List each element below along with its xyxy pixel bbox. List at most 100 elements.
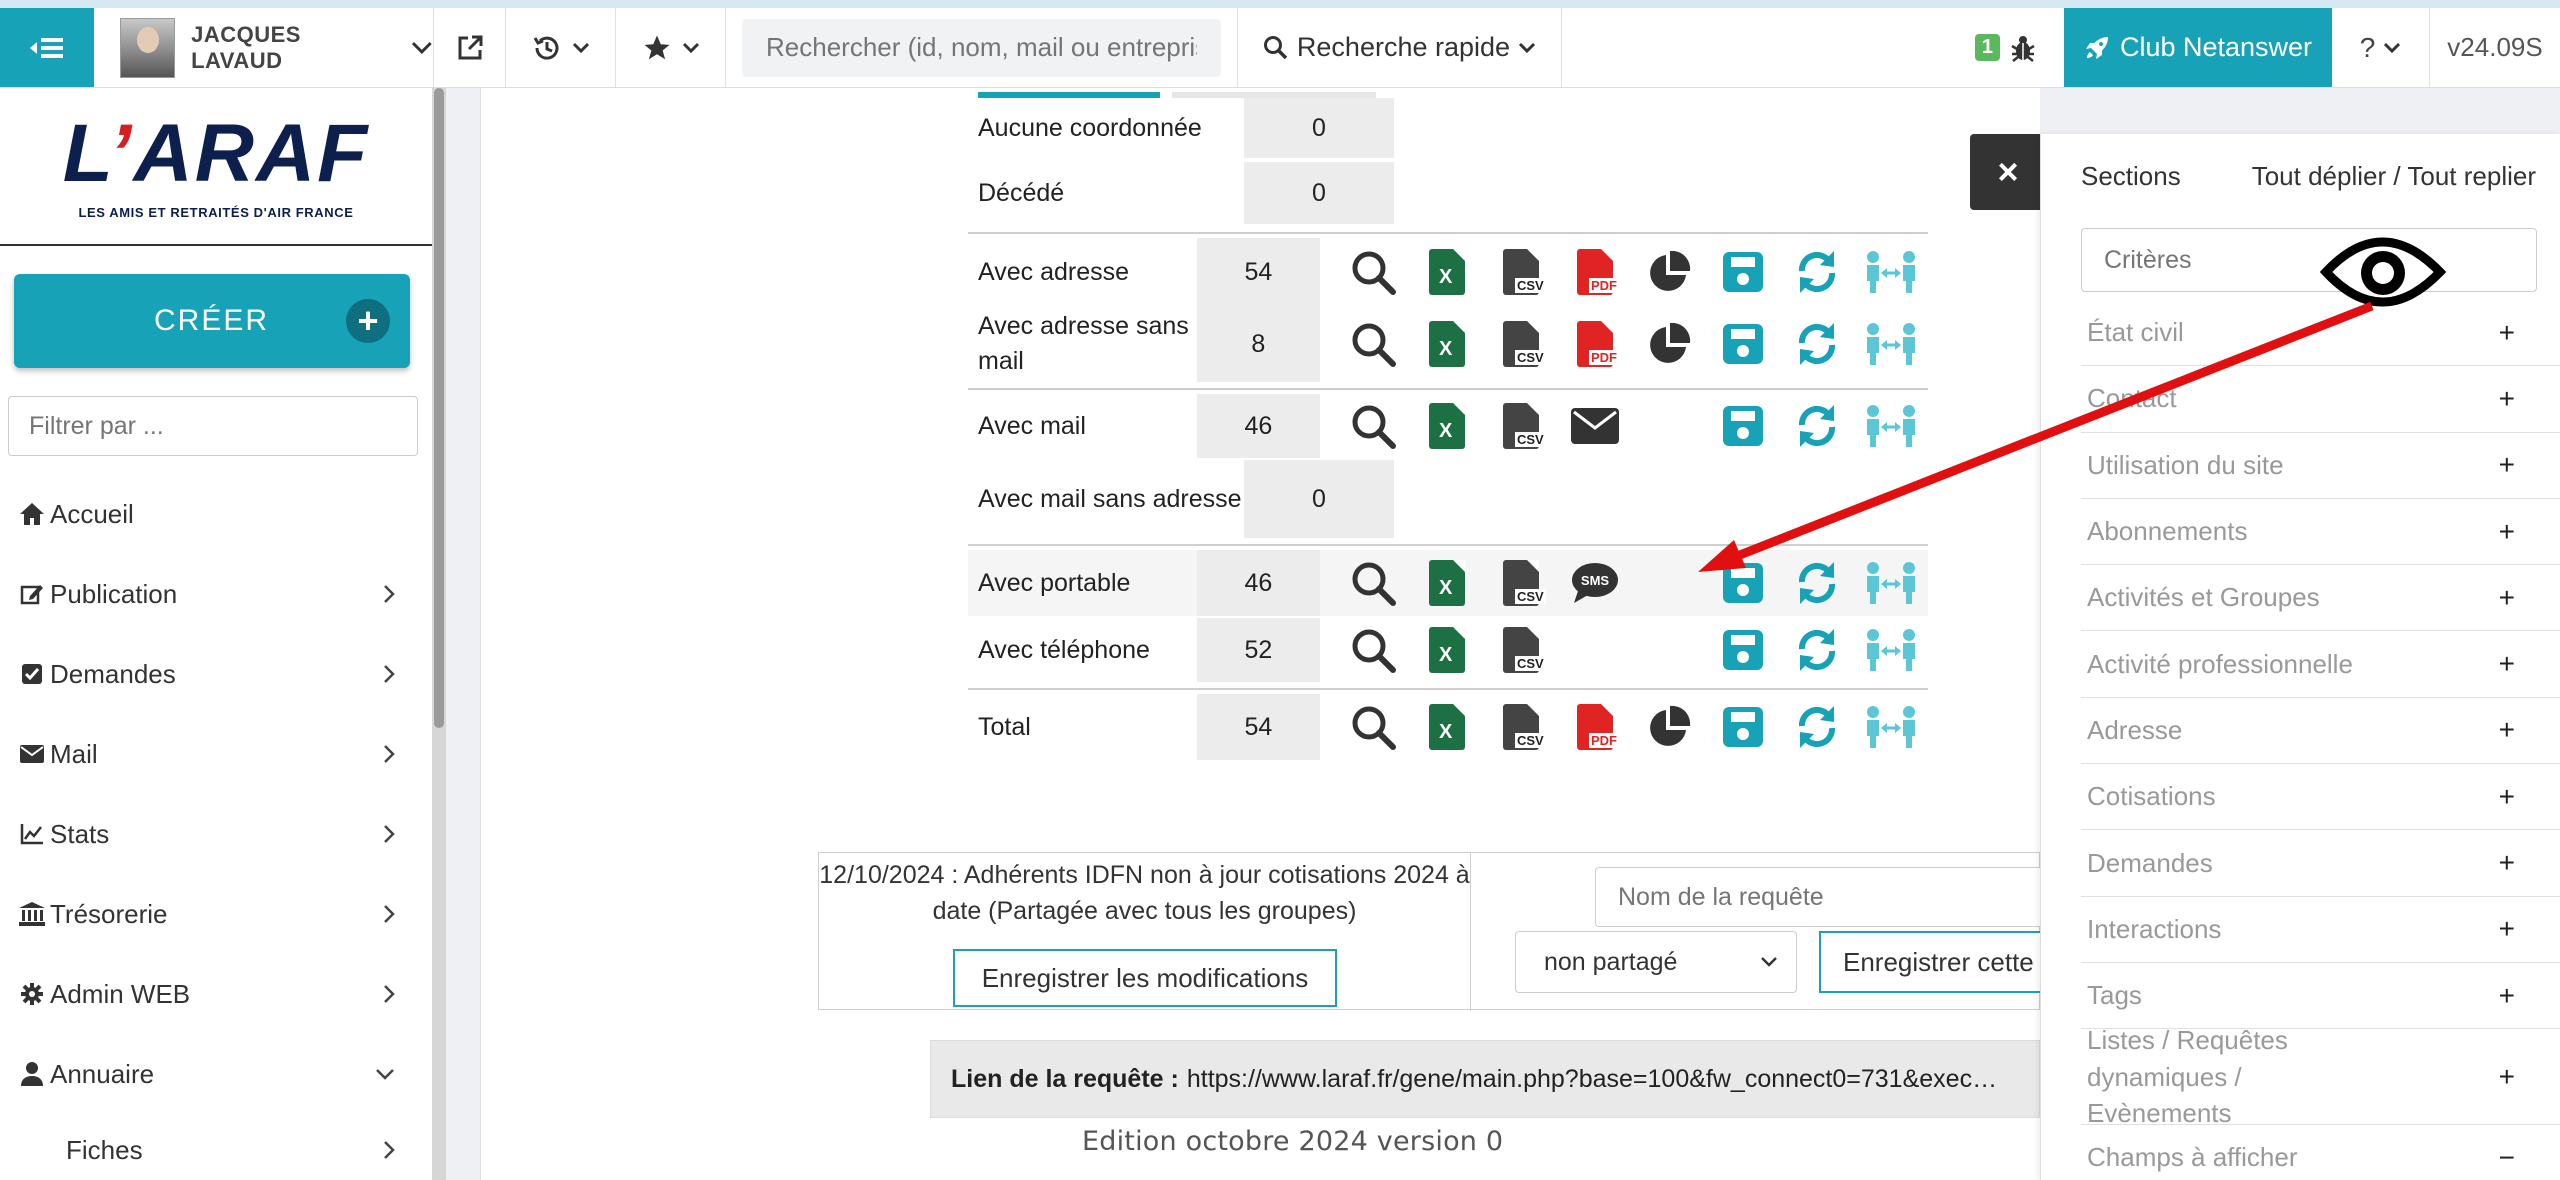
section-champs-afficher[interactable]: Champs à afficher − — [2081, 1125, 2560, 1180]
search-button[interactable] — [1336, 556, 1410, 610]
search-button[interactable] — [1336, 700, 1410, 754]
expand-toggle[interactable]: + — [2499, 781, 2515, 813]
collapse-all-link[interactable]: Tout replier — [2407, 161, 2536, 191]
section-adresse[interactable]: Adresse + — [2081, 698, 2560, 765]
search-button[interactable] — [1336, 623, 1410, 677]
quick-search-dropdown[interactable]: Recherche rapide — [1238, 8, 1562, 87]
sidebar-filter-input[interactable] — [8, 396, 418, 456]
export-excel-button[interactable]: X — [1410, 556, 1484, 610]
export-pdf-button[interactable]: PDF — [1558, 245, 1632, 299]
export-pdf-button[interactable]: PDF — [1558, 700, 1632, 754]
section-contact[interactable]: Contact + — [2081, 366, 2560, 433]
section-abonnements[interactable]: Abonnements + — [2081, 499, 2560, 566]
chart-pie-button[interactable] — [1632, 317, 1706, 371]
sidebar-item-publication[interactable]: Publication — [0, 554, 432, 634]
user-menu[interactable]: JACQUES LAVAUD — [94, 8, 434, 87]
refresh-button[interactable] — [1780, 399, 1854, 453]
expand-toggle[interactable]: + — [2499, 1057, 2515, 1096]
search-button[interactable] — [1336, 399, 1410, 453]
save-button[interactable] — [1706, 317, 1780, 371]
section-activites-groupes[interactable]: Activités et Groupes + — [2081, 565, 2560, 632]
section-interactions[interactable]: Interactions + — [2081, 897, 2560, 963]
save-changes-button[interactable]: Enregistrer les modifications — [953, 949, 1337, 1007]
save-new-query-button[interactable]: Enregistrer cette — [1819, 931, 2041, 993]
expand-toggle[interactable]: + — [2499, 847, 2515, 879]
expand-toggle[interactable]: + — [2499, 317, 2515, 349]
search-button[interactable] — [1336, 317, 1410, 371]
expand-toggle[interactable]: + — [2499, 516, 2515, 548]
link-users-button[interactable] — [1854, 556, 1928, 610]
export-csv-button[interactable]: CSV — [1484, 245, 1558, 299]
expand-toggle[interactable]: + — [2499, 980, 2515, 1012]
share-select[interactable]: non partagé — [1515, 931, 1797, 993]
save-button[interactable] — [1706, 399, 1780, 453]
chart-pie-button[interactable] — [1632, 245, 1706, 299]
expand-toggle[interactable]: + — [2499, 913, 2515, 945]
create-button[interactable]: CRÉER + — [14, 274, 410, 368]
sidebar-item-annuaire[interactable]: Annuaire — [0, 1034, 432, 1114]
expand-toggle[interactable]: + — [2499, 449, 2515, 481]
sidebar-scrollbar-thumb[interactable] — [434, 88, 444, 728]
expand-all-link[interactable]: Tout déplier — [2252, 161, 2386, 191]
export-csv-button[interactable]: CSV — [1484, 399, 1558, 453]
sidebar-item-demandes[interactable]: Demandes — [0, 634, 432, 714]
help-menu[interactable]: ? — [2332, 8, 2430, 87]
search-button[interactable] — [1336, 245, 1410, 299]
section-demandes[interactable]: Demandes + — [2081, 830, 2560, 897]
save-button[interactable] — [1706, 556, 1780, 610]
save-button[interactable] — [1706, 623, 1780, 677]
close-panel-button[interactable]: × — [1970, 134, 2046, 210]
expand-toggle[interactable]: + — [2499, 582, 2515, 614]
laraf-logo[interactable]: L’ARAF LES AMIS ET RETRAITÉS D'AIR FRANC… — [0, 88, 432, 246]
export-excel-button[interactable]: X — [1410, 317, 1484, 371]
sidebar-item-tresorerie[interactable]: Trésorerie — [0, 874, 432, 954]
collapse-toggle[interactable]: − — [2499, 1142, 2515, 1174]
expand-toggle[interactable]: + — [2499, 648, 2515, 680]
export-csv-button[interactable]: CSV — [1484, 317, 1558, 371]
sidebar-item-stats[interactable]: Stats — [0, 794, 432, 874]
export-excel-button[interactable]: X — [1410, 623, 1484, 677]
sidebar-item-admin-web[interactable]: Admin WEB — [0, 954, 432, 1034]
export-csv-button[interactable]: CSV — [1484, 700, 1558, 754]
refresh-button[interactable] — [1780, 556, 1854, 610]
sidebar-item-fiches[interactable]: Fiches — [0, 1114, 432, 1180]
external-link-button[interactable] — [434, 8, 506, 87]
section-cotisations[interactable]: Cotisations + — [2081, 764, 2560, 831]
section-listes-requetes[interactable]: Listes / Requêtes dynamiques / Evènement… — [2081, 1025, 2560, 1128]
query-name-input[interactable] — [1595, 867, 2041, 927]
section-etat-civil[interactable]: État civil + — [2081, 300, 2560, 367]
link-users-button[interactable] — [1854, 245, 1928, 299]
link-users-button[interactable] — [1854, 700, 1928, 754]
save-button[interactable] — [1706, 245, 1780, 299]
link-users-button[interactable] — [1854, 399, 1928, 453]
section-tags[interactable]: Tags + — [2081, 963, 2560, 1030]
export-csv-button[interactable]: CSV — [1484, 623, 1558, 677]
sidebar-toggle-button[interactable] — [0, 8, 94, 87]
club-netanswer-button[interactable]: Club Netanswer — [2064, 8, 2332, 87]
link-users-button[interactable] — [1854, 317, 1928, 371]
expand-toggle[interactable]: + — [2499, 714, 2515, 746]
history-button[interactable] — [506, 8, 616, 87]
criteria-filter-input[interactable] — [2081, 228, 2537, 292]
export-csv-button[interactable]: CSV — [1484, 556, 1558, 610]
sidebar-item-mail[interactable]: Mail — [0, 714, 432, 794]
export-excel-button[interactable]: X — [1410, 245, 1484, 299]
query-link-url[interactable]: https://www.laraf.fr/gene/main.php?base=… — [1187, 1065, 1997, 1094]
refresh-button[interactable] — [1780, 700, 1854, 754]
send-mail-button[interactable] — [1558, 399, 1632, 453]
save-button[interactable] — [1706, 700, 1780, 754]
global-search-input[interactable] — [742, 18, 1221, 77]
refresh-button[interactable] — [1780, 317, 1854, 371]
expand-toggle[interactable]: + — [2499, 383, 2515, 415]
refresh-button[interactable] — [1780, 623, 1854, 677]
link-users-button[interactable] — [1854, 623, 1928, 677]
export-excel-button[interactable]: X — [1410, 399, 1484, 453]
notifications[interactable]: 1 — [1562, 8, 2064, 87]
send-sms-button[interactable]: SMS — [1558, 556, 1632, 610]
export-pdf-button[interactable]: PDF — [1558, 317, 1632, 371]
section-activite-pro[interactable]: Activité professionnelle + — [2081, 631, 2560, 698]
sidebar-item-accueil[interactable]: Accueil — [0, 474, 432, 554]
chart-pie-button[interactable] — [1632, 700, 1706, 754]
favorites-button[interactable] — [616, 8, 726, 87]
export-excel-button[interactable]: X — [1410, 700, 1484, 754]
